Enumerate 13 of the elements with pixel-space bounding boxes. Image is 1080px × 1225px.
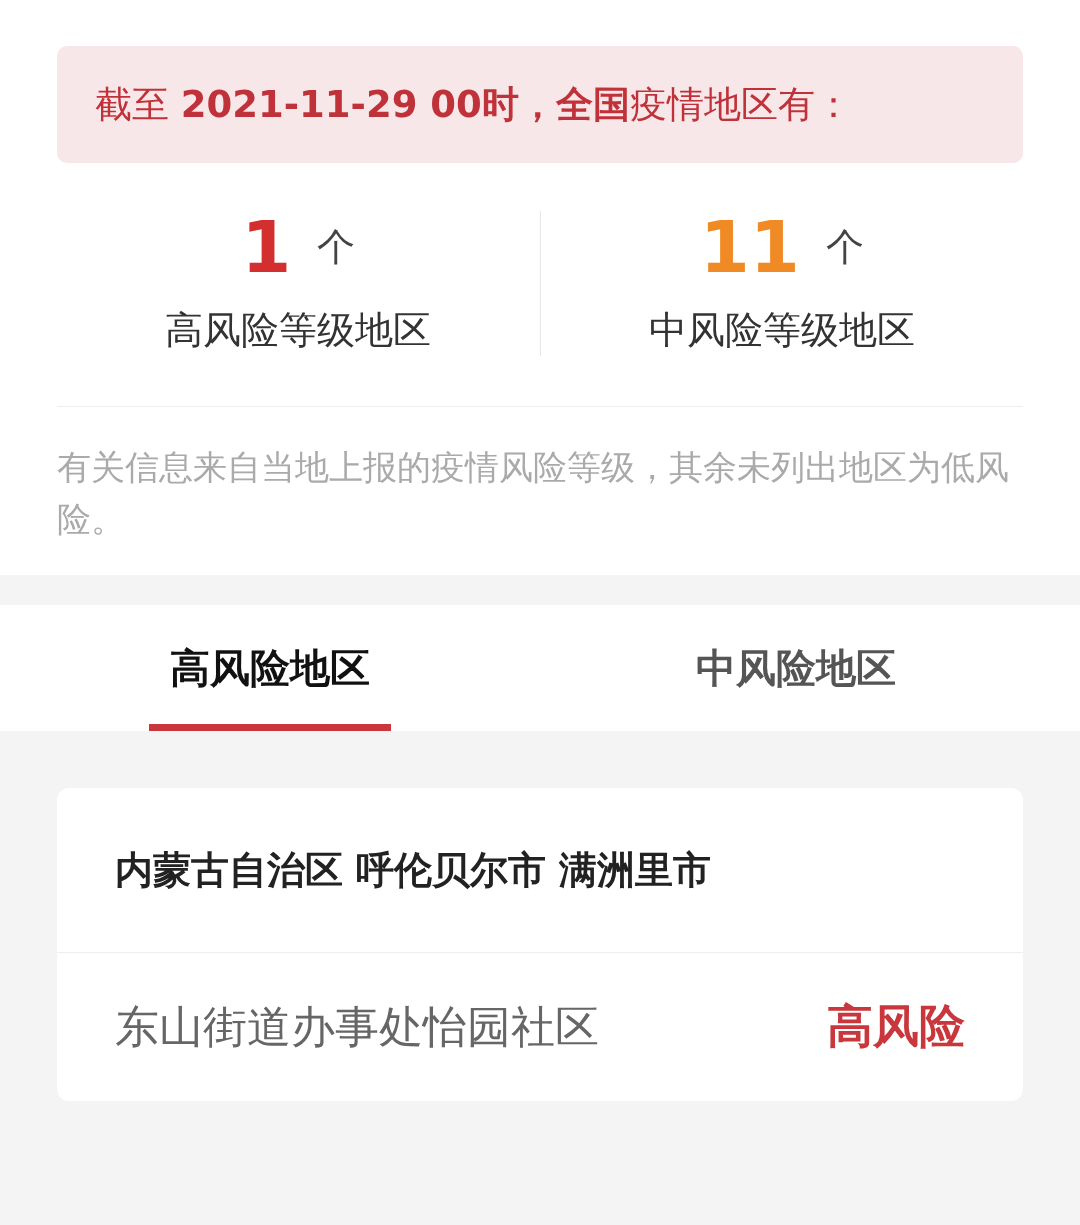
count: 1 xyxy=(241,211,292,283)
banner-text: 截至 2021-11-29 00时，全国疫情地区有： xyxy=(95,81,852,128)
region-title: 内蒙古自治区 呼伦贝尔市 满洲里市 xyxy=(57,788,1023,953)
stat-label: 高风险等级地区 xyxy=(165,307,432,354)
tab[interactable]: 中风险地区 xyxy=(511,605,1080,731)
area-name: 东山街道办事处怡园社区 xyxy=(115,999,599,1054)
info-note: 有关信息来自当地上报的疫情风险等级，其余未列出地区为低风险。 xyxy=(57,446,1010,541)
unit-label: 个 xyxy=(317,223,356,271)
unit-label: 个 xyxy=(825,223,864,271)
count: 11 xyxy=(699,211,800,283)
stat-label: 中风险等级地区 xyxy=(648,307,915,354)
tab[interactable]: 高风险地区 xyxy=(149,605,391,731)
risk-level: 高风险 xyxy=(827,998,965,1055)
